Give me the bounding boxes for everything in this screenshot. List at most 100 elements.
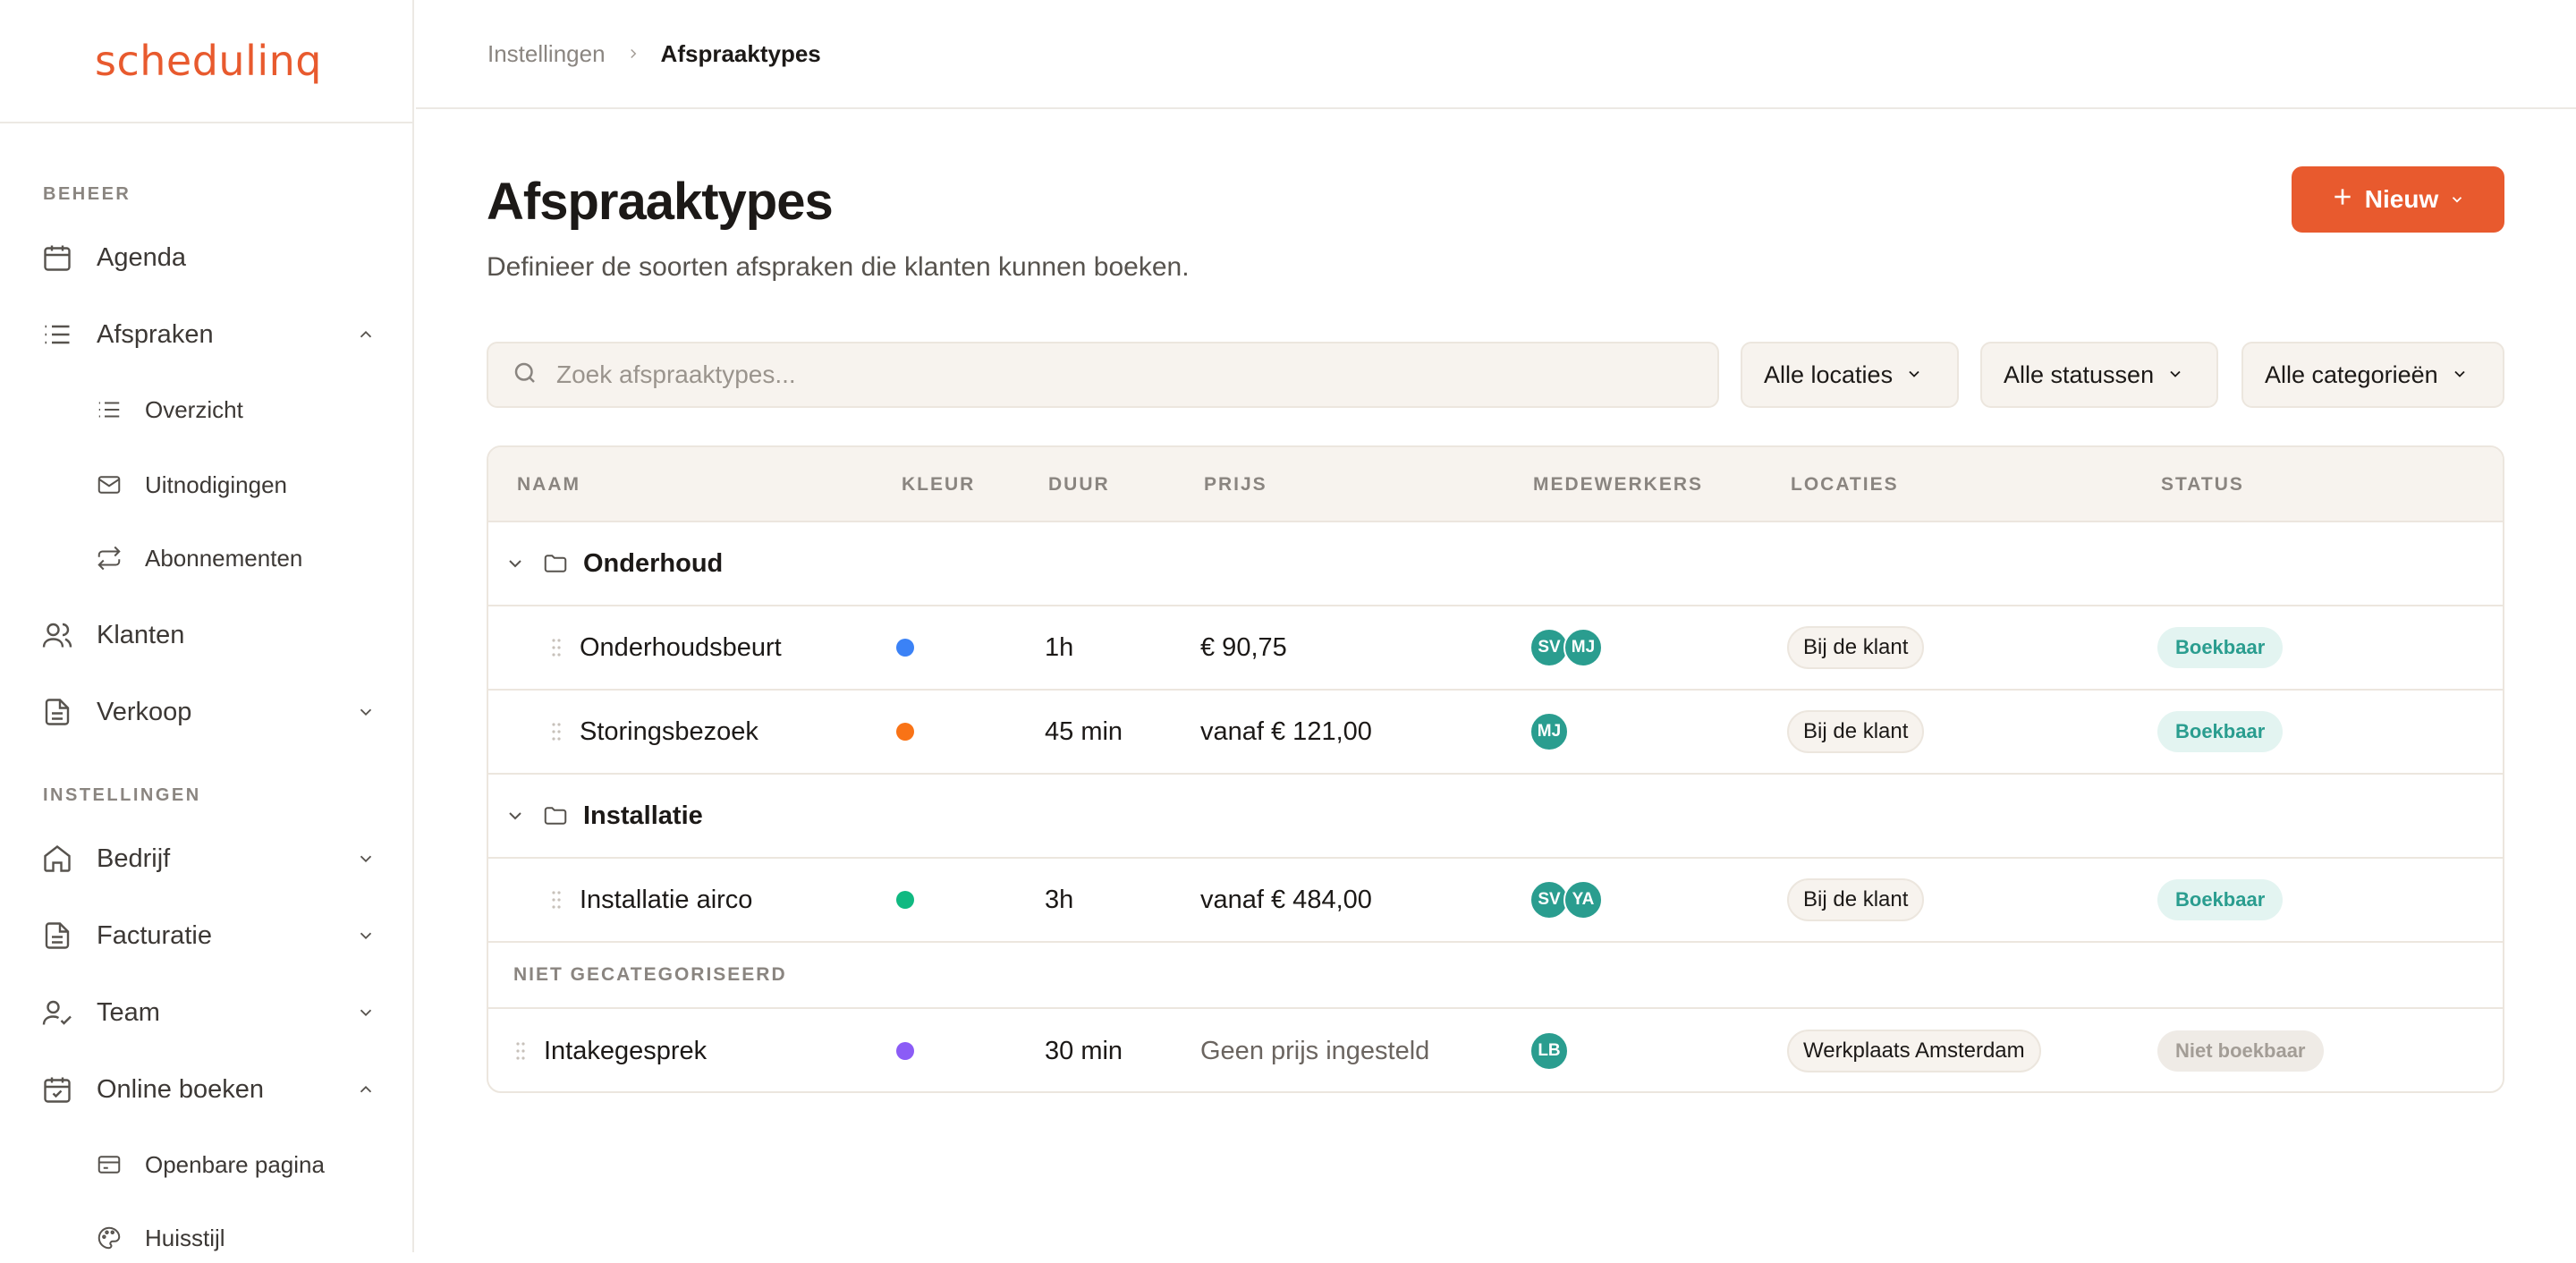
group-row-installatie[interactable]: Installatie [488,775,2503,859]
item-price: vanaf € 484,00 [1200,885,1372,914]
chevron-down-icon[interactable] [504,775,526,857]
sidebar-subitem-openbare-pagina[interactable]: Openbare pagina [93,1140,379,1190]
drag-handle-icon[interactable] [551,606,562,689]
item-name[interactable]: Storingsbezoek [580,691,758,773]
sidebar-item-klanten[interactable]: Klanten [39,608,379,662]
drag-handle-icon[interactable] [551,691,562,773]
folder-icon [542,775,569,857]
status-badge: Boekbaar [2157,627,2284,668]
search-placeholder: Zoek afspraaktypes... [556,360,796,388]
document-icon [39,694,75,730]
table-row-storingsbezoek[interactable]: Storingsbezoek 45 min vanaf € 121,00 MJ … [488,691,2503,775]
card-icon [93,1149,125,1181]
filter-label: Alle locaties [1764,360,1894,388]
location-badge: Bij de klant [1787,710,1925,753]
sidebar-item-team[interactable]: Team [39,986,379,1039]
column-header-locaties[interactable]: LOCATIES [1791,447,1899,522]
search-icon [512,360,538,391]
status-cell: Niet boekbaar [2157,1009,2324,1091]
item-name[interactable]: Onderhoudsbeurt [580,606,782,689]
sidebar-item-online-boeken[interactable]: Online boeken [39,1063,379,1116]
sidebar-item-label: Bedrijf [97,843,171,873]
status-badge: Boekbaar [2157,879,2284,920]
item-duration: 1h [1045,632,1074,662]
location-cell: Bij de klant [1787,691,1925,773]
location-cell: Bij de klant [1787,606,1925,689]
filter-categorieen-dropdown[interactable]: Alle categorieën [2241,342,2504,408]
sidebar-item-afspraken[interactable]: Afspraken [39,308,379,361]
sidebar-subitem-huisstijl[interactable]: Huisstijl [93,1213,379,1263]
table-row-onderhoudsbeurt[interactable]: Onderhoudsbeurt 1h € 90,75 SV MJ Bij de … [488,606,2503,691]
folder-icon [542,522,569,605]
filter-statussen-dropdown[interactable]: Alle statussen [1980,342,2218,408]
column-header-prijs[interactable]: PRIJS [1204,447,1267,522]
column-header-duur[interactable]: DUUR [1048,447,1110,522]
drag-handle-icon[interactable] [551,859,562,941]
avatar: MJ [1530,712,1569,751]
chevron-down-icon[interactable] [352,999,379,1026]
chevron-up-icon[interactable] [352,321,379,348]
page-subtitle: Definieer de soorten afspraken die klant… [487,252,1190,282]
sidebar-item-agenda[interactable]: Agenda [39,231,379,284]
sidebar-item-label: Verkoop [97,697,192,726]
table-row-intakegesprek[interactable]: Intakegesprek 30 min Geen prijs ingestel… [488,1009,2503,1091]
appointment-types-table: NAAM KLEUR DUUR PRIJS MEDEWERKERS LOCATI… [487,445,2504,1093]
uncategorized-label: NIET GECATEGORISEERD [513,964,787,985]
chevron-up-icon[interactable] [352,1076,379,1103]
column-header-medewerkers[interactable]: MEDEWERKERS [1533,447,1703,522]
group-name: Onderhoud [583,548,724,578]
chevron-down-icon[interactable] [504,522,526,605]
sidebar-item-label: Agenda [97,242,186,272]
sidebar-subitem-overzicht[interactable]: Overzicht [93,385,379,435]
sidebar-item-label: Afspraken [97,319,214,349]
chevron-down-icon [2451,361,2469,389]
document-icon [39,918,75,954]
column-header-naam[interactable]: NAAM [517,447,580,522]
group-row-onderhoud[interactable]: Onderhoud [488,522,2503,606]
color-dot [896,691,914,773]
sidebar-subitem-abonnementen[interactable]: Abonnementen [93,533,379,583]
home-icon [39,841,75,877]
table-header: NAAM KLEUR DUUR PRIJS MEDEWERKERS LOCATI… [488,447,2503,522]
sidebar-subitem-label: Uitnodigingen [145,470,288,498]
sidebar-item-label: Facturatie [97,920,212,950]
staff-avatars: LB [1530,1009,1569,1091]
color-dot [896,1009,914,1091]
sidebar-subitem-label: Openbare pagina [145,1150,325,1178]
sidebar-subitem-uitnodigingen[interactable]: Uitnodigingen [93,460,379,510]
item-name[interactable]: Intakegesprek [544,1009,707,1091]
item-name[interactable]: Installatie airco [580,859,752,941]
group-name: Installatie [583,801,703,830]
item-price: Geen prijs ingesteld [1200,1036,1430,1065]
filter-locaties-dropdown[interactable]: Alle locaties [1741,342,1959,408]
search-input[interactable]: Zoek afspraaktypes... [487,342,1719,408]
chevron-down-icon[interactable] [352,845,379,872]
chevron-right-icon [625,46,641,62]
sidebar-subitem-label: Abonnementen [145,544,303,572]
breadcrumb-parent-link[interactable]: Instellingen [487,40,606,68]
sidebar-subitem-label: Huisstijl [145,1224,225,1251]
column-header-kleur[interactable]: KLEUR [902,447,975,522]
item-price: vanaf € 121,00 [1200,716,1372,746]
sidebar-item-label: Klanten [97,620,185,649]
location-badge: Bij de klant [1787,878,1925,921]
sidebar-item-verkoop[interactable]: Verkoop [39,685,379,739]
filter-label: Alle statussen [2004,360,2155,388]
filter-label: Alle categorieën [2265,360,2438,388]
new-button[interactable]: Nieuw [2292,166,2504,233]
chevron-down-icon[interactable] [352,922,379,949]
sidebar-item-bedrijf[interactable]: Bedrijf [39,832,379,886]
app-logo[interactable]: schedulinq [95,37,322,85]
table-row-installatie-airco[interactable]: Installatie airco 3h vanaf € 484,00 SV Y… [488,859,2503,943]
chevron-down-icon[interactable] [352,699,379,725]
drag-handle-icon[interactable] [515,1009,526,1091]
item-price: € 90,75 [1200,632,1287,662]
location-cell: Bij de klant [1787,859,1925,941]
status-cell: Boekbaar [2157,691,2284,773]
sidebar-item-label: Online boeken [97,1074,265,1104]
avatar: MJ [1563,628,1603,667]
uncategorized-header: NIET GECATEGORISEERD [488,943,2503,1009]
logo-area: schedulinq [0,0,412,123]
sidebar-item-facturatie[interactable]: Facturatie [39,909,379,962]
column-header-status[interactable]: STATUS [2161,447,2244,522]
